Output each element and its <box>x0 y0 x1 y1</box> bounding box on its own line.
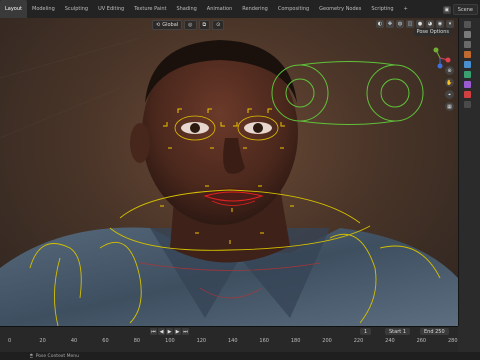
shading-options-icon[interactable]: ▾ <box>446 20 454 28</box>
output-tab-icon[interactable] <box>464 41 471 48</box>
shading-solid-icon[interactable]: ● <box>416 20 424 28</box>
xray-icon[interactable]: ◫ <box>406 20 414 28</box>
frame-tick-label: 0 <box>8 338 12 344</box>
workspace-tab[interactable]: Shading <box>171 0 201 18</box>
visibility-icon[interactable]: ◐ <box>376 20 384 28</box>
transform-orientation[interactable]: ⟲ Global <box>152 20 183 30</box>
start-frame-field[interactable]: Start 1 <box>385 328 410 335</box>
overlay-icon[interactable]: ◍ <box>396 20 404 28</box>
frame-tick-label: 140 <box>228 338 238 344</box>
workspace-tabs: Layout Modeling Sculpting UV Editing Texture… <box>0 0 413 18</box>
status-hint: Pose Context Menu <box>35 353 79 359</box>
frame-ruler[interactable]: 0 20 40 60 80 100 120 140 160 180 200 220 240 260 280 <box>0 337 458 346</box>
workspace-tab[interactable]: Modeling <box>27 0 60 18</box>
workspace-tab[interactable]: Sculpting <box>60 0 93 18</box>
playback-controls: ⏮ ◀ ▶ ▶ ⏭ <box>150 328 189 335</box>
workspace-tab[interactable]: Layout <box>0 0 27 18</box>
shading-material-icon[interactable]: ◕ <box>426 20 434 28</box>
frame-tick-label: 260 <box>416 338 427 344</box>
viewport-render <box>0 37 458 326</box>
frame-tick-label: 220 <box>353 338 364 344</box>
scene-selector[interactable]: ▣ Scene <box>442 4 478 15</box>
physics-tab-icon[interactable] <box>464 61 471 68</box>
workspace-tab[interactable]: Compositing <box>273 0 314 18</box>
properties-panel <box>458 18 480 326</box>
scene-name[interactable]: Scene <box>452 4 478 15</box>
frame-tick-label: 240 <box>385 338 395 344</box>
play-icon[interactable]: ▶ <box>166 328 173 335</box>
side-panel-bottom <box>458 326 480 352</box>
proportional-icon: ⊙ <box>216 22 221 28</box>
frame-tick-label: 20 <box>39 338 46 344</box>
object-tab-icon[interactable] <box>464 51 471 58</box>
status-bar: 🖱 Pose Context Menu <box>0 352 480 360</box>
start-label: Start <box>389 328 402 335</box>
tool-tab-icon[interactable] <box>464 21 471 28</box>
frame-tick-label: 200 <box>322 338 332 344</box>
step-forward-icon[interactable]: ▶ <box>174 328 181 335</box>
pan-hand-icon[interactable]: ✋ <box>445 78 454 87</box>
step-back-icon[interactable]: ◀ <box>158 328 165 335</box>
workspace-tab[interactable]: Animation <box>202 0 238 18</box>
pivot-icon: ◎ <box>188 22 193 28</box>
shading-rendered-icon[interactable]: ◉ <box>436 20 444 28</box>
data-tab-icon[interactable] <box>464 81 471 88</box>
pivot-button[interactable]: ◎ <box>184 20 197 30</box>
workspace-tab[interactable]: Rendering <box>237 0 273 18</box>
workspace-tab[interactable]: + <box>399 0 413 18</box>
timeline-controls: ⏮ ◀ ▶ ▶ ⏭ 1 Start 1 End 250 <box>0 327 458 336</box>
frame-tick-label: 120 <box>196 338 207 344</box>
snap-icon: ⧉ <box>202 22 207 28</box>
scene-icon: ▣ <box>442 5 451 14</box>
render-tab-icon[interactable] <box>464 31 471 38</box>
frame-tick-label: 280 <box>448 338 458 344</box>
frame-tick-label: 80 <box>133 338 141 344</box>
frame-tick-label: 100 <box>165 338 175 344</box>
frame-tick-label: 160 <box>259 338 269 344</box>
material-tab-icon[interactable] <box>464 91 471 98</box>
proportional-button[interactable]: ⊙ <box>212 20 225 30</box>
workspace-tab[interactable]: UV Editing <box>93 0 129 18</box>
snap-button[interactable]: ⧉ <box>198 20 211 30</box>
workspace-tab[interactable]: Geometry Nodes <box>314 0 366 18</box>
gizmo-toggle-icon[interactable]: ✥ <box>386 20 394 28</box>
end-label: End <box>424 328 434 335</box>
zoom-icon[interactable]: ⊕ <box>445 66 454 75</box>
constraints-tab-icon[interactable] <box>464 71 471 78</box>
workspace-tab[interactable]: Scripting <box>366 0 398 18</box>
workspace-bar: Layout Modeling Sculpting UV Editing Texture… <box>0 0 480 18</box>
end-value: 250 <box>435 328 445 335</box>
end-frame-field[interactable]: End 250 <box>420 328 449 335</box>
orientation-label: Global <box>162 22 179 28</box>
workspace-tab[interactable]: Texture Paint <box>129 0 171 18</box>
grid-icon[interactable]: ▦ <box>445 102 454 111</box>
texture-tab-icon[interactable] <box>464 101 471 108</box>
frame-tick-label: 180 <box>290 338 301 344</box>
current-frame-field[interactable]: 1 <box>360 328 372 335</box>
viewport-header: ⟲ Global ◎ ⧉ ⊙ ◐ ✥ ◍ ◫ ● ◕ ◉ ▾ <box>0 18 458 30</box>
camera-icon[interactable]: ⌖ <box>445 90 454 99</box>
navigation-tools: ⊕ ✋ ⌖ ▦ <box>445 66 454 111</box>
orientation-icon: ⟲ <box>156 22 161 28</box>
mouse-icon: 🖱 <box>30 354 33 359</box>
frame-tick-label: 40 <box>70 338 78 344</box>
frame-tick-label: 60 <box>102 338 109 344</box>
jump-start-icon[interactable]: ⏮ <box>150 328 157 335</box>
timeline[interactable]: ⏮ ◀ ▶ ▶ ⏭ 1 Start 1 End 250 0 20 40 60 80 100… <box>0 326 458 353</box>
pose-options-button[interactable]: Pose Options <box>413 28 452 36</box>
jump-end-icon[interactable]: ⏭ <box>182 328 189 335</box>
pose-options-label: Pose Options <box>416 29 449 35</box>
3d-viewport[interactable]: ⟲ Global ◎ ⧉ ⊙ ◐ ✥ ◍ ◫ ● ◕ ◉ ▾ Pose Opti… <box>0 18 458 326</box>
start-value: 1 <box>402 328 406 335</box>
